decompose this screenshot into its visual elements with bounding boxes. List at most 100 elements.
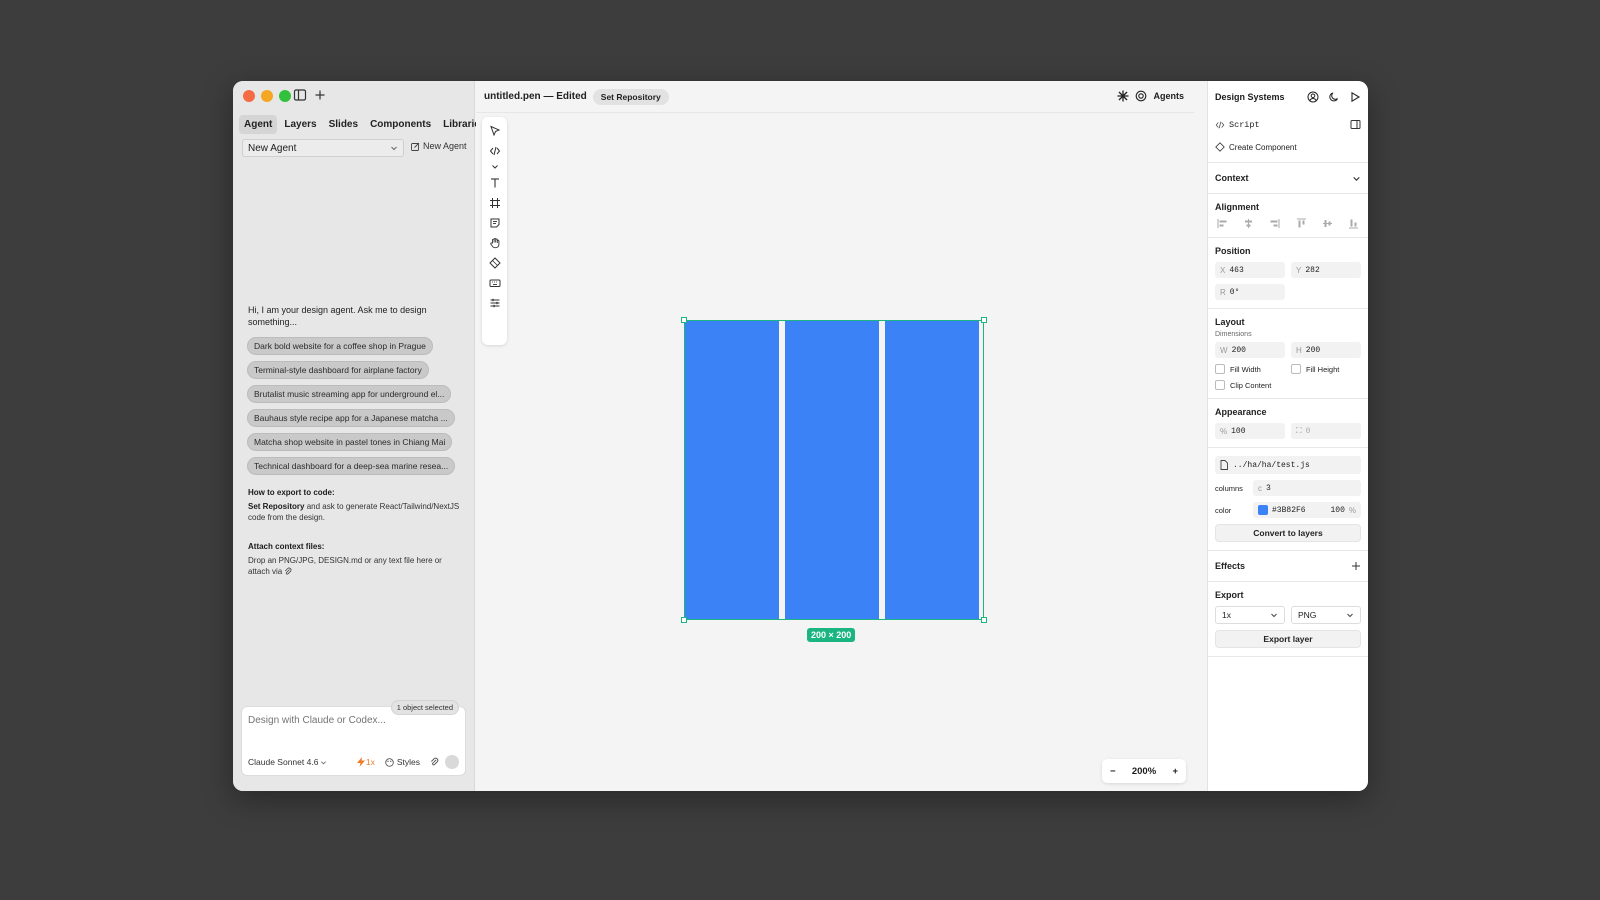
corner-radius-icon: ⛶ bbox=[1296, 426, 1302, 435]
align-middle-v-icon[interactable] bbox=[1322, 218, 1333, 229]
tab-agent[interactable]: Agent bbox=[239, 115, 278, 134]
hand-tool-icon[interactable] bbox=[487, 235, 503, 251]
convert-to-layers-button[interactable]: Convert to layers bbox=[1215, 524, 1361, 542]
context-label: Context bbox=[1215, 173, 1249, 183]
script-file-field[interactable]: ../ha/ha/test.js bbox=[1215, 456, 1361, 474]
export-layer-button[interactable]: Export layer bbox=[1215, 630, 1361, 648]
x-field[interactable]: X 463 bbox=[1215, 262, 1285, 278]
design-canvas[interactable]: 200 × 200 bbox=[476, 113, 1194, 791]
claude-icon[interactable] bbox=[1117, 90, 1129, 102]
color-label: color bbox=[1215, 505, 1232, 515]
send-button[interactable] bbox=[445, 755, 459, 769]
position-section: Position X 463 Y 282 R 0° bbox=[1208, 238, 1368, 309]
code-tool-icon[interactable] bbox=[487, 143, 503, 159]
alignment-buttons bbox=[1215, 218, 1361, 229]
minimize-window-button[interactable] bbox=[261, 90, 273, 102]
create-component-button[interactable]: Create Component bbox=[1215, 142, 1361, 152]
agents-label[interactable]: Agents bbox=[1153, 91, 1184, 101]
add-tab-icon[interactable] bbox=[313, 88, 329, 104]
x-value: 463 bbox=[1229, 265, 1244, 275]
openai-icon[interactable] bbox=[1135, 90, 1147, 102]
resize-handle[interactable] bbox=[981, 617, 987, 623]
export-format-select[interactable]: PNG bbox=[1291, 606, 1361, 624]
styles-button[interactable]: Styles bbox=[385, 757, 420, 767]
tab-slides[interactable]: Slides bbox=[324, 115, 363, 134]
set-repository-button[interactable]: Set Repository bbox=[592, 88, 669, 105]
zoom-in-button[interactable]: + bbox=[1172, 766, 1178, 777]
columns-field[interactable]: c3 bbox=[1253, 480, 1361, 496]
corner-radius-value: 0 bbox=[1305, 426, 1311, 436]
zoom-out-button[interactable]: − bbox=[1110, 766, 1116, 777]
tab-layers[interactable]: Layers bbox=[279, 115, 321, 134]
agent-select[interactable]: New Agent bbox=[242, 139, 404, 157]
new-agent-label: New Agent bbox=[423, 141, 467, 151]
note-tool-icon[interactable] bbox=[487, 215, 503, 231]
design-systems-button[interactable]: Design Systems bbox=[1215, 92, 1285, 102]
y-field[interactable]: Y 282 bbox=[1291, 262, 1361, 278]
agent-greeting: Hi, I am your design agent. Ask me to de… bbox=[248, 305, 427, 327]
script-row: Script bbox=[1215, 119, 1361, 130]
blue-column[interactable] bbox=[685, 321, 779, 619]
columns-value: 3 bbox=[1266, 483, 1271, 493]
resize-handle[interactable] bbox=[981, 317, 987, 323]
chevron-down-icon bbox=[320, 759, 327, 766]
attach-icon[interactable] bbox=[430, 757, 439, 767]
fill-width-checkbox[interactable]: Fill Width bbox=[1215, 364, 1285, 374]
sidebar-toggle-icon[interactable] bbox=[293, 88, 309, 104]
corner-radius-field[interactable]: ⛶ 0 bbox=[1291, 423, 1361, 439]
new-agent-button[interactable]: New Agent bbox=[411, 141, 467, 151]
frame-tool-icon[interactable] bbox=[487, 195, 503, 211]
opacity-field[interactable]: % 100 bbox=[1215, 423, 1285, 439]
width-value: 200 bbox=[1231, 345, 1246, 355]
model-select[interactable]: Claude Sonnet 4.6 bbox=[248, 757, 327, 767]
rotation-field[interactable]: R 0° bbox=[1215, 284, 1285, 300]
code-icon bbox=[1215, 120, 1225, 130]
settings-sliders-icon[interactable] bbox=[487, 295, 503, 311]
suggestion-chip[interactable]: Technical dashboard for a deep-sea marin… bbox=[247, 457, 456, 475]
selected-frame[interactable] bbox=[681, 317, 987, 623]
chevron-down-icon[interactable] bbox=[487, 163, 503, 171]
align-bottom-icon[interactable] bbox=[1348, 218, 1359, 229]
zoom-level[interactable]: 200% bbox=[1132, 766, 1156, 777]
moon-icon[interactable] bbox=[1328, 91, 1340, 103]
user-circle-icon[interactable] bbox=[1307, 91, 1319, 103]
play-icon[interactable] bbox=[1349, 91, 1361, 103]
add-effect-icon[interactable] bbox=[1351, 561, 1361, 571]
context-section[interactable]: Context bbox=[1208, 163, 1368, 194]
blue-column[interactable] bbox=[885, 321, 979, 619]
keyboard-icon[interactable] bbox=[487, 275, 503, 291]
align-top-icon[interactable] bbox=[1296, 218, 1307, 229]
panel-toggle-icon[interactable] bbox=[1350, 119, 1361, 130]
suggestion-chip[interactable]: Terminal-style dashboard for airplane fa… bbox=[247, 361, 429, 379]
resize-handle[interactable] bbox=[681, 617, 687, 623]
color-field[interactable]: #3B82F6 100% bbox=[1253, 502, 1361, 518]
maximize-window-button[interactable] bbox=[279, 90, 291, 102]
speed-toggle[interactable]: 1x bbox=[356, 757, 375, 767]
export-scale-select[interactable]: 1x bbox=[1215, 606, 1285, 624]
color-swatch[interactable] bbox=[1258, 505, 1268, 515]
suggestion-chip[interactable]: Matcha shop website in pastel tones in C… bbox=[247, 433, 453, 451]
suggestion-chip[interactable]: Bauhaus style recipe app for a Japanese … bbox=[247, 409, 455, 427]
create-component-label: Create Component bbox=[1229, 142, 1297, 152]
attach-help: Attach context files: Drop an PNG/JPG, D… bbox=[248, 541, 463, 577]
align-center-h-icon[interactable] bbox=[1243, 218, 1254, 229]
tab-components[interactable]: Components bbox=[365, 115, 436, 134]
suggestion-chip[interactable]: Dark bold website for a coffee shop in P… bbox=[247, 337, 433, 355]
close-window-button[interactable] bbox=[243, 90, 255, 102]
align-right-icon[interactable] bbox=[1269, 218, 1280, 229]
clip-content-checkbox[interactable]: Clip Content bbox=[1215, 380, 1285, 390]
chat-input[interactable] bbox=[248, 715, 448, 726]
chevron-down-icon bbox=[1270, 611, 1278, 619]
height-field[interactable]: H 200 bbox=[1291, 342, 1361, 358]
resize-handle[interactable] bbox=[681, 317, 687, 323]
align-left-icon[interactable] bbox=[1217, 218, 1228, 229]
blue-column[interactable] bbox=[785, 321, 879, 619]
script-button[interactable]: Script bbox=[1215, 120, 1260, 130]
component-tool-icon[interactable] bbox=[487, 255, 503, 271]
suggestion-chip[interactable]: Brutalist music streaming app for underg… bbox=[247, 385, 452, 403]
select-tool-icon[interactable] bbox=[487, 123, 503, 139]
text-tool-icon[interactable] bbox=[487, 175, 503, 191]
fill-height-checkbox[interactable]: Fill Height bbox=[1291, 364, 1361, 374]
width-field[interactable]: W 200 bbox=[1215, 342, 1285, 358]
properties-header: Design Systems bbox=[1208, 81, 1368, 113]
